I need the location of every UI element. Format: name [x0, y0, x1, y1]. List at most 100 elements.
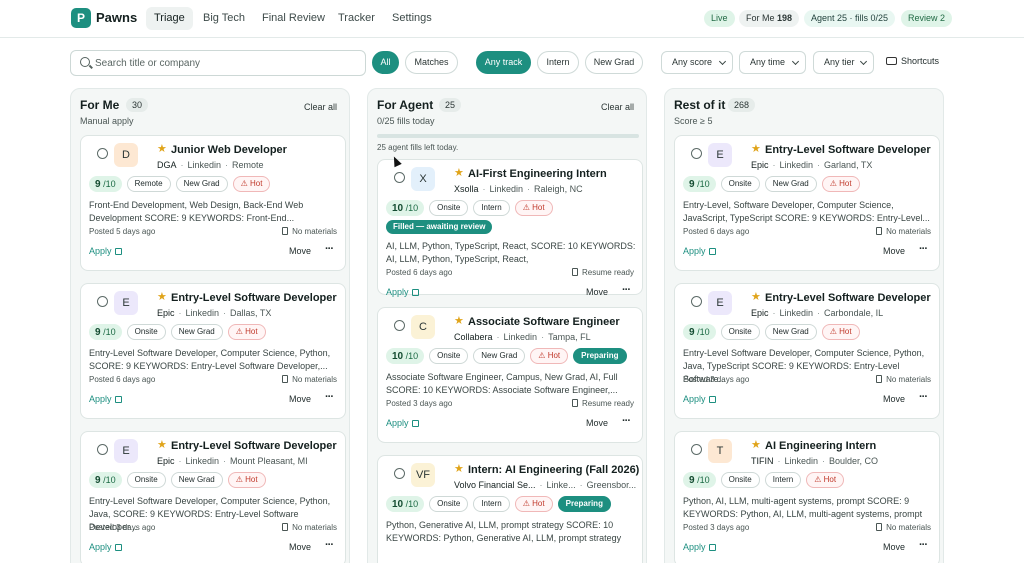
score-badge: 10 /10	[386, 496, 425, 512]
score-select[interactable]: Any score	[661, 51, 733, 74]
move-button[interactable]: Move	[883, 394, 905, 404]
shortcuts-button[interactable]: Shortcuts	[886, 56, 939, 66]
job-location: Raleigh, NC	[534, 184, 583, 194]
more-options-icon[interactable]: ···	[919, 391, 928, 403]
star-icon[interactable]: ★	[454, 315, 464, 327]
select-radio[interactable]	[691, 148, 702, 159]
select-radio[interactable]	[97, 148, 108, 159]
apply-link[interactable]: Apply	[683, 542, 716, 552]
filter-all[interactable]: All	[372, 51, 399, 74]
clear-all-button[interactable]: Clear all	[304, 102, 337, 112]
apply-link[interactable]: Apply	[89, 394, 122, 404]
star-icon[interactable]: ★	[454, 463, 464, 475]
job-description: Python, Generative AI, LLM, prompt strat…	[386, 520, 622, 543]
move-button[interactable]: Move	[883, 246, 905, 256]
external-link-icon	[114, 396, 122, 403]
more-options-icon[interactable]: ···	[325, 391, 334, 403]
move-button[interactable]: Move	[289, 246, 311, 256]
job-title[interactable]: Entry-Level Software Developer	[171, 440, 337, 452]
for-me-count: 198	[777, 13, 793, 23]
filter-matches[interactable]: Matches	[405, 51, 458, 74]
select-radio[interactable]	[394, 172, 405, 183]
tag-row: 9 /10 Remote New Grad ⚠︎ Hot	[89, 176, 271, 192]
clear-all-button[interactable]: Clear all	[601, 102, 634, 112]
nav-tracker[interactable]: Tracker	[330, 7, 383, 30]
move-button[interactable]: Move	[586, 418, 608, 428]
review-badge[interactable]: Review 2	[901, 10, 953, 27]
job-meta: Volvo Financial Se... · Linke... · Greensbor…	[454, 480, 637, 490]
more-options-icon[interactable]: ···	[919, 243, 928, 255]
move-button[interactable]: Move	[289, 394, 311, 404]
nav-big-tech[interactable]: Big Tech	[195, 7, 253, 30]
job-card[interactable]: E ★ Entry-Level Software Developer Epic ·…	[674, 135, 940, 271]
for-me-badge[interactable]: For Me 198	[739, 10, 800, 27]
job-title[interactable]: Intern: AI Engineering (Fall 2026)	[468, 464, 639, 476]
job-title[interactable]: Junior Web Developer	[171, 144, 287, 156]
select-radio[interactable]	[394, 468, 405, 479]
search-input[interactable]	[95, 55, 355, 71]
nav-settings[interactable]: Settings	[384, 7, 440, 30]
agent-badge[interactable]: Agent 25 · fills 0/25	[804, 10, 896, 27]
apply-link[interactable]: Apply	[683, 394, 716, 404]
star-icon[interactable]: ★	[751, 291, 761, 303]
star-icon[interactable]: ★	[454, 167, 464, 179]
keyboard-icon	[886, 57, 897, 65]
job-card[interactable]: D ★ Junior Web Developer DGA · Linkedin · Re…	[80, 135, 346, 271]
job-title[interactable]: AI-First Engineering Intern	[468, 168, 607, 180]
apply-link[interactable]: Apply	[683, 246, 716, 256]
apply-link[interactable]: Apply	[386, 418, 419, 428]
more-options-icon[interactable]: ···	[919, 539, 928, 551]
job-meta: TIFIN · Linkedin · Boulder, CO	[751, 456, 879, 466]
select-radio[interactable]	[97, 444, 108, 455]
tag-chip: Onsite	[429, 348, 469, 364]
more-options-icon[interactable]: ···	[325, 243, 334, 255]
apply-link[interactable]: Apply	[89, 246, 122, 256]
job-title[interactable]: Entry-Level Software Developer	[171, 292, 337, 304]
apply-link[interactable]: Apply	[386, 287, 419, 297]
time-select[interactable]: Any time	[739, 51, 806, 74]
filter-any-track[interactable]: Any track	[476, 51, 531, 74]
star-icon[interactable]: ★	[157, 143, 167, 155]
filter-new-grad[interactable]: New Grad	[585, 51, 643, 74]
job-title[interactable]: Entry-Level Software Developer	[765, 292, 931, 304]
job-card[interactable]: C ★ Associate Software Engineer Collaber…	[377, 307, 643, 443]
star-icon[interactable]: ★	[157, 439, 167, 451]
job-title[interactable]: Entry-Level Software Developer	[765, 144, 931, 156]
select-radio[interactable]	[394, 320, 405, 331]
job-card[interactable]: T ★ AI Engineering Intern TIFIN · Linkedin…	[674, 431, 940, 563]
app-logo[interactable]: P	[71, 8, 91, 28]
job-card[interactable]: E ★ Entry-Level Software Developer Epic ·…	[80, 431, 346, 563]
nav-final-review[interactable]: Final Review	[254, 7, 333, 30]
select-radio[interactable]	[691, 296, 702, 307]
job-title[interactable]: Associate Software Engineer	[468, 316, 620, 328]
job-title[interactable]: AI Engineering Intern	[765, 440, 876, 452]
more-options-icon[interactable]: ···	[325, 539, 334, 551]
more-options-icon[interactable]: ···	[622, 415, 631, 427]
tag-chip: Onsite	[720, 176, 760, 192]
star-icon[interactable]: ★	[751, 143, 761, 155]
for-me-label: For Me	[746, 13, 775, 23]
star-icon[interactable]: ★	[157, 291, 167, 303]
filter-intern[interactable]: Intern	[537, 51, 579, 74]
job-card[interactable]: X ★ AI-First Engineering Intern Xsolla · L…	[377, 159, 643, 297]
job-card[interactable]: E ★ Entry-Level Software Developer Epic ·…	[80, 283, 346, 419]
select-radio[interactable]	[97, 296, 108, 307]
select-radio[interactable]	[691, 444, 702, 455]
job-description: Front-End Development, Web Design, Back-…	[89, 200, 304, 223]
posted-date: Posted 3 days ago	[89, 523, 156, 532]
job-meta: Epic · Linkedin · Garland, TX	[751, 160, 873, 170]
job-card[interactable]: VF ★ Intern: AI Engineering (Fall 2026) …	[377, 455, 643, 563]
tag-chip: New Grad	[764, 176, 817, 192]
tier-select[interactable]: Any tier	[813, 51, 874, 74]
nav-triage[interactable]: Triage	[146, 7, 193, 30]
more-options-icon[interactable]: ···	[622, 284, 631, 296]
column-subtitle: Score ≥ 5	[674, 116, 713, 126]
job-meta: Xsolla · Linkedin · Raleigh, NC	[454, 184, 583, 194]
move-button[interactable]: Move	[883, 542, 905, 552]
move-button[interactable]: Move	[586, 287, 608, 297]
apply-link[interactable]: Apply	[89, 542, 122, 552]
move-button[interactable]: Move	[289, 542, 311, 552]
live-badge: Live	[704, 10, 735, 27]
star-icon[interactable]: ★	[751, 439, 761, 451]
job-card[interactable]: E ★ Entry-Level Software Developer Epic ·…	[674, 283, 940, 419]
